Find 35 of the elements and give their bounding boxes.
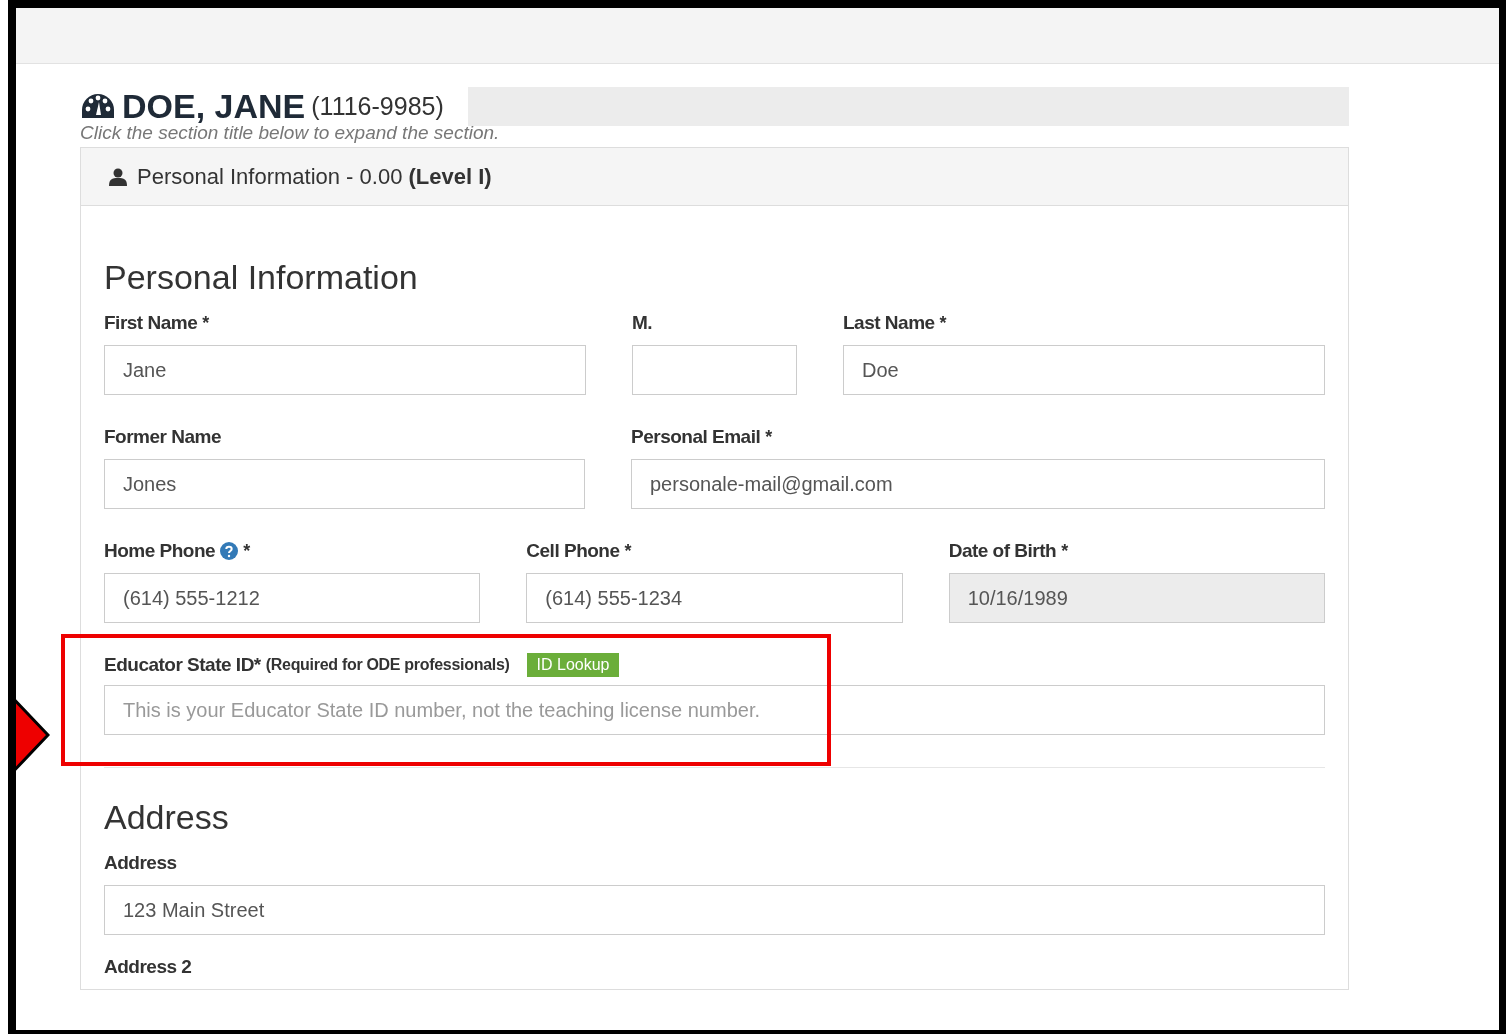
field-label: Address (104, 852, 177, 874)
dashboard-gauge-icon (80, 92, 116, 120)
required-mark: * (243, 540, 251, 562)
section-heading: Personal Information (104, 258, 419, 297)
input-field[interactable]: personale-mail@gmail.com (631, 459, 1325, 509)
required-mark: * (1061, 540, 1069, 562)
input-field[interactable]: Doe (843, 345, 1325, 395)
field-label: Personal Email (631, 426, 761, 448)
help-icon[interactable] (220, 542, 239, 560)
user-icon (109, 167, 127, 186)
section-header[interactable]: Personal Information - 0.00 (Level I) (81, 148, 1348, 206)
input-field[interactable]: 123 Main Street (104, 885, 1325, 935)
field-label: Address 2 (104, 956, 192, 978)
field-label: Date of Birth (948, 540, 1057, 562)
input-field[interactable] (632, 345, 797, 395)
field-label: First Name (104, 312, 198, 334)
input-field[interactable]: (614) 555-1234 (526, 573, 903, 623)
person-id: (1116-9985) (311, 91, 444, 121)
input-field[interactable]: This is your Educator State ID number, not the teaching license number. (104, 685, 1325, 735)
input-field[interactable]: Jane (104, 345, 586, 395)
required-mark: * (202, 312, 210, 334)
field-label: Former Name (104, 426, 221, 448)
required-mark: * (624, 540, 632, 562)
field-label: Home Phone (104, 540, 216, 562)
field-label: Cell Phone (526, 540, 620, 562)
field-note: (Required for ODE professionals) (265, 656, 510, 674)
input-field[interactable]: Jones (104, 459, 585, 509)
field-label: Educator State ID* (104, 654, 261, 676)
required-mark: * (939, 312, 947, 334)
field-label: Last Name (843, 312, 935, 334)
field-label: M. (632, 312, 653, 334)
input-field[interactable]: (614) 555-1212 (104, 573, 481, 623)
required-mark: * (765, 426, 773, 448)
section-heading: Address (104, 798, 230, 837)
section-title: Personal Information - 0.00 (Level I) (137, 163, 492, 190)
